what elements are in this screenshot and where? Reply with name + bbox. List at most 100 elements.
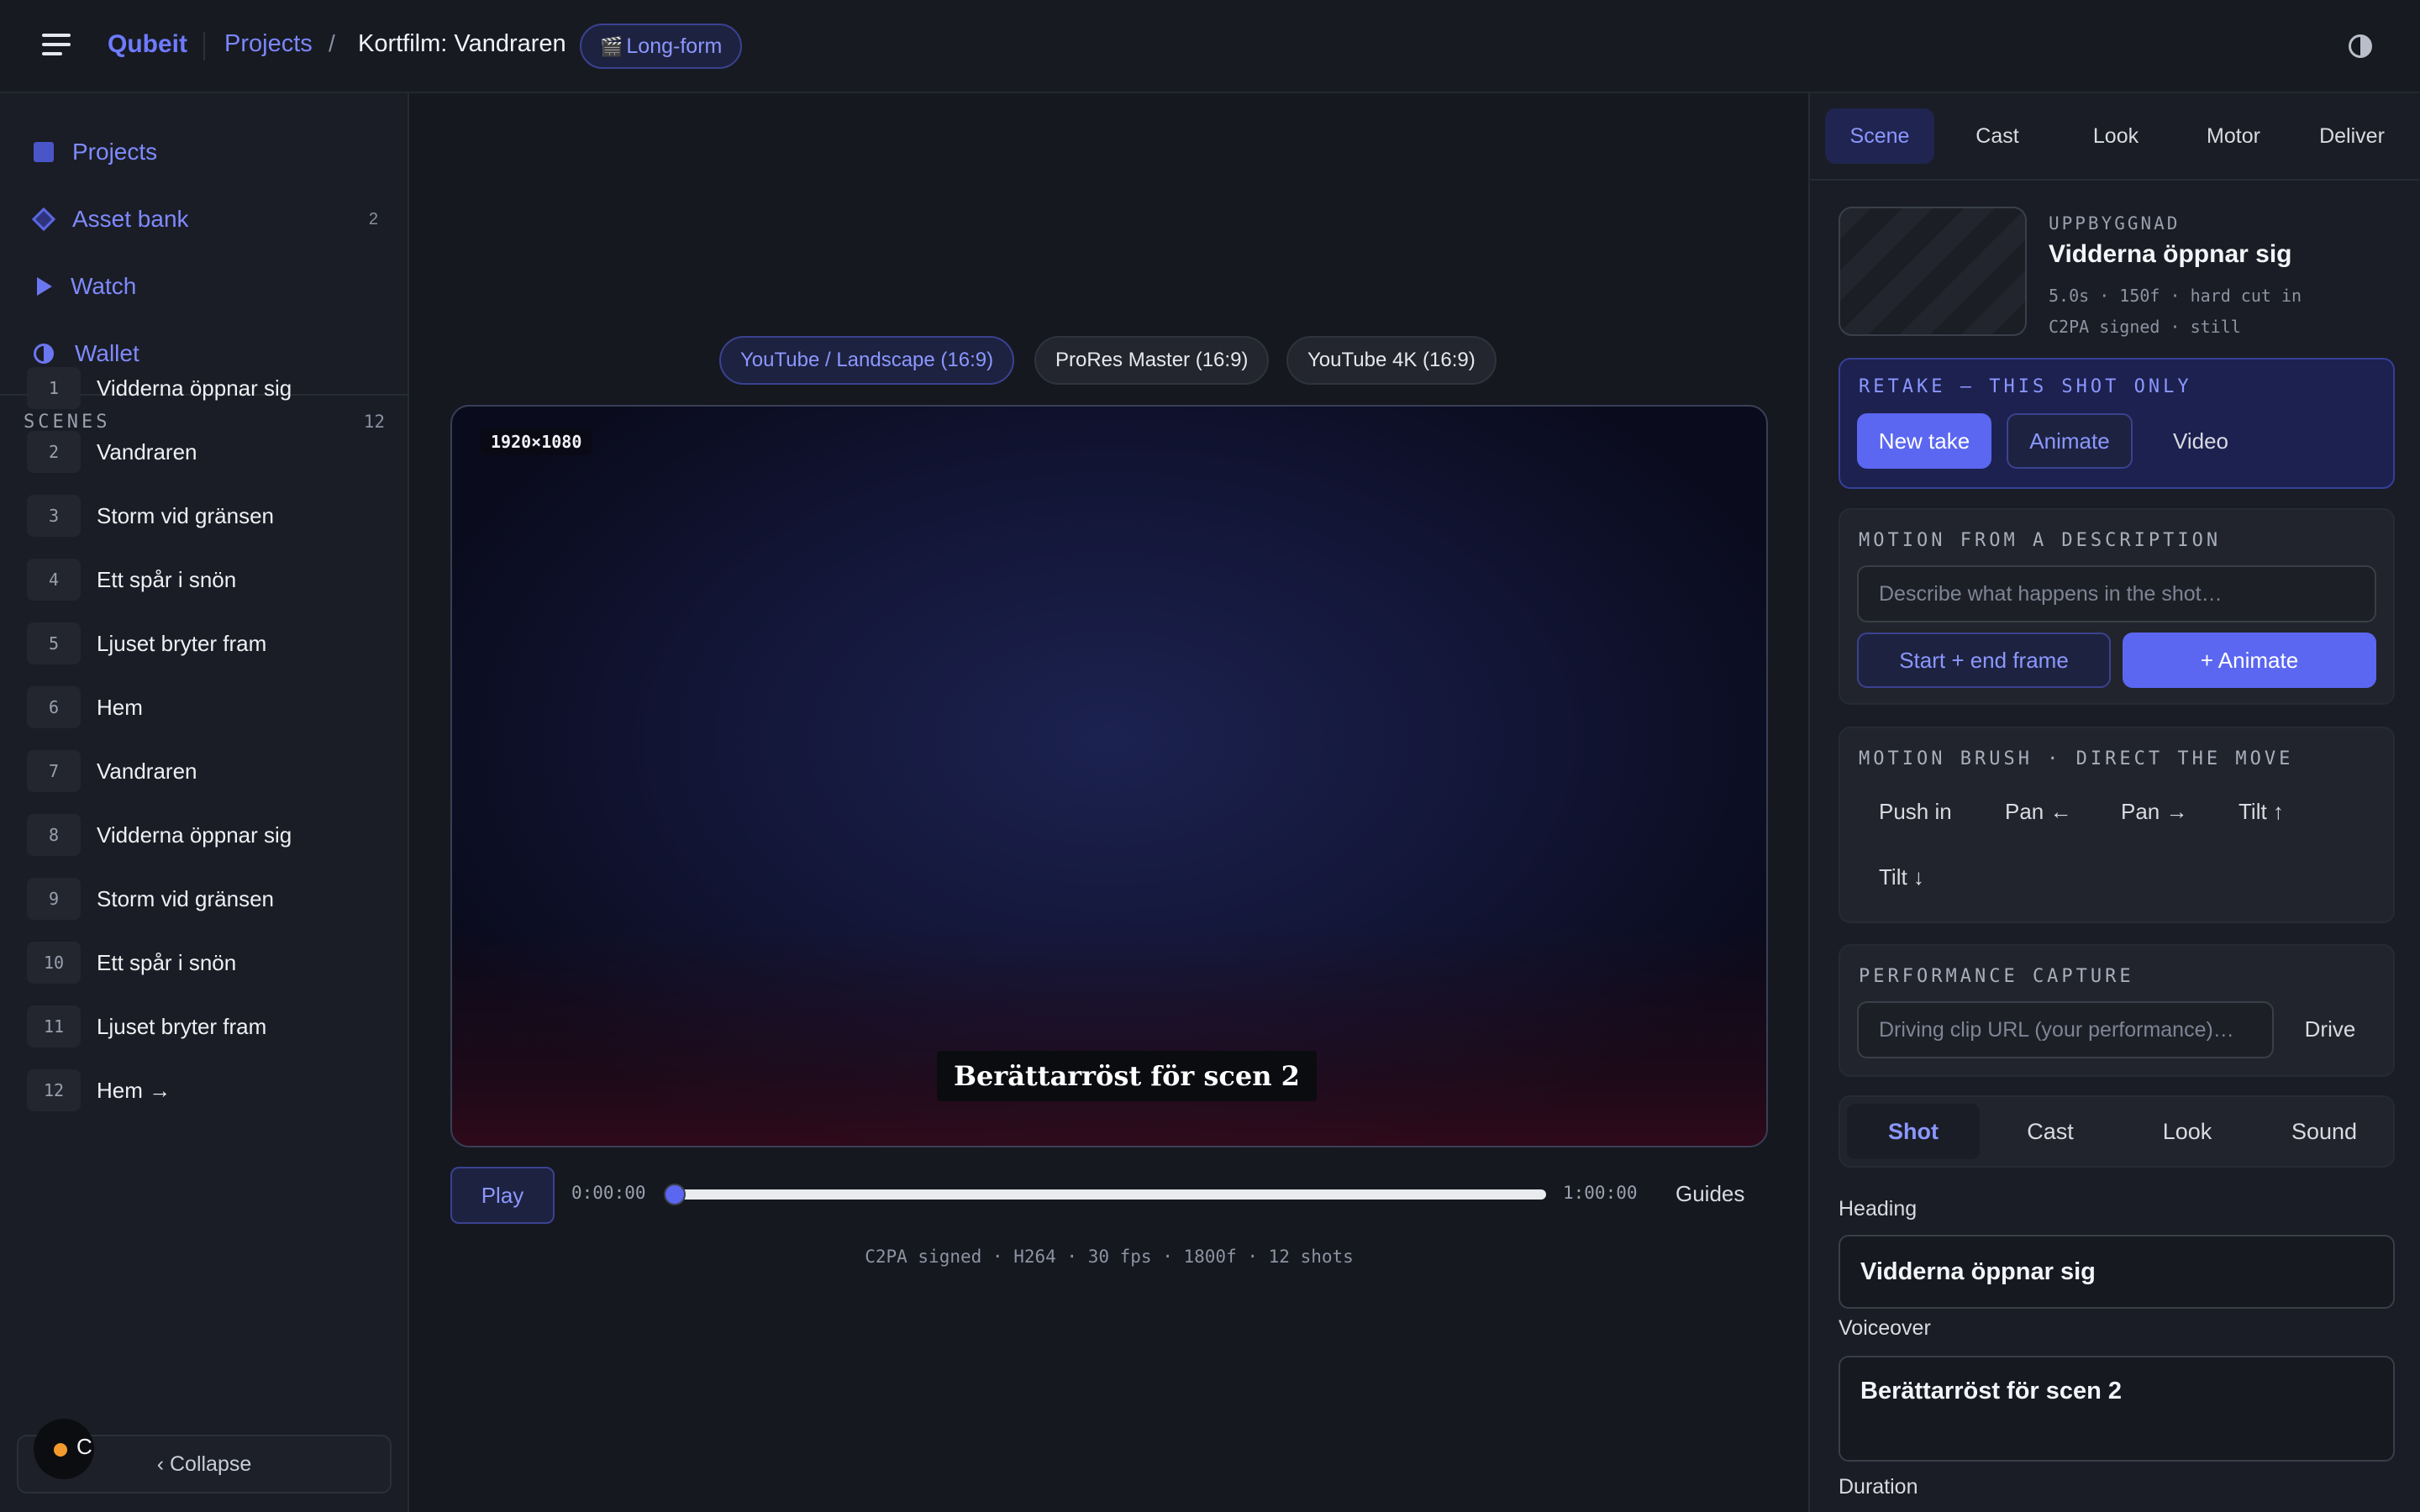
scene-number: 9	[27, 878, 81, 920]
shot-thumbnail[interactable]	[1839, 207, 2027, 336]
tab-look[interactable]: Look	[2061, 108, 2170, 164]
scrubber-track	[667, 1189, 1546, 1200]
video-retake-button[interactable]: Video	[2148, 413, 2254, 469]
scene-number: 2	[27, 431, 81, 473]
duration-label: Duration	[1839, 1475, 1918, 1499]
scene-list-item[interactable]: 10 Ett spår i snön	[27, 935, 388, 999]
scene-list-item[interactable]: 12 Hem →	[27, 1063, 388, 1126]
hamburger-menu-icon[interactable]	[42, 34, 71, 59]
inspector-tabs: Scene Cast Look Motor Deliver	[1825, 108, 2413, 164]
voiceover-label: Voiceover	[1839, 1316, 1931, 1340]
play-icon	[37, 277, 52, 296]
scene-number: 3	[27, 495, 81, 537]
voiceover-textarea[interactable]: Berättarröst för scen 2	[1839, 1356, 2395, 1462]
scene-title: Ett spår i snön	[97, 567, 237, 592]
drive-button[interactable]: Drive	[2284, 1001, 2376, 1057]
push-in-button[interactable]: Push in	[1879, 799, 1952, 825]
scene-list-item[interactable]: 7 Vandraren	[27, 743, 388, 807]
shot-act-label: UPPBYGGNAD	[2049, 213, 2181, 234]
motion-brush-label: MOTION BRUSH · DIRECT THE MOVE	[1859, 748, 2294, 769]
scene-title: Storm vid gränsen	[97, 886, 274, 911]
scene-list-item[interactable]: 9 Storm vid gränsen	[27, 871, 388, 935]
shot-subtabs: Shot Cast Look Sound	[1839, 1095, 2395, 1168]
time-total: 1:00:00	[1563, 1183, 1638, 1203]
subtab-look[interactable]: Look	[2121, 1104, 2254, 1159]
contrast-icon[interactable]	[2349, 34, 2372, 58]
tab-scene[interactable]: Scene	[1825, 108, 1934, 164]
inspector-panel: Scene Cast Look Motor Deliver UPPBYGGNAD…	[1808, 93, 2420, 1512]
heading-label: Heading	[1839, 1197, 1918, 1221]
retake-card: RETAKE — THIS SHOT ONLY New take Animate…	[1839, 358, 2395, 489]
scene-title: Vandraren	[97, 439, 197, 465]
animate-retake-button[interactable]: Animate	[2007, 413, 2133, 469]
scene-list-item[interactable]: 6 Hem	[27, 680, 388, 743]
subtab-sound[interactable]: Sound	[2258, 1104, 2391, 1159]
scene-title: Ett spår i snön	[97, 950, 237, 975]
scene-list-item[interactable]: 2 Vandraren	[27, 424, 388, 488]
scene-number: 8	[27, 814, 81, 856]
animate-button[interactable]: + Animate	[2123, 633, 2376, 688]
breadcrumb-current: Kortfilm: Vandraren	[358, 30, 566, 57]
square-icon	[34, 142, 54, 162]
scene-list-item[interactable]: 5 Ljuset bryter fram	[27, 616, 388, 680]
avatar-initial: C	[76, 1434, 92, 1459]
performance-capture-label: PERFORMANCE CAPTURE	[1859, 966, 2134, 987]
format-tab-prores-master[interactable]: ProRes Master (16:9)	[1034, 336, 1270, 385]
scene-number: 10	[27, 942, 81, 984]
driving-clip-input[interactable]: Driving clip URL (your performance)…	[1857, 1001, 2274, 1058]
tilt-down-button[interactable]: Tilt ↓	[1879, 864, 1924, 890]
scrubber-handle[interactable]	[664, 1184, 686, 1205]
scene-title: Storm vid gränsen	[97, 503, 274, 528]
new-take-button[interactable]: New take	[1857, 413, 1991, 469]
timeline-scrubber[interactable]	[664, 1184, 1546, 1205]
diamond-icon	[31, 207, 56, 232]
pan-left-button[interactable]: Pan ←	[2005, 799, 2072, 825]
brand-logo[interactable]: Qubeit	[108, 30, 187, 59]
motion-description-label: MOTION FROM A DESCRIPTION	[1859, 530, 2222, 551]
sidebar-item-label: Watch	[71, 273, 137, 299]
pan-right-button[interactable]: Pan →	[2121, 799, 2188, 825]
heading-input[interactable]: Vidderna öppnar sig	[1839, 1235, 2395, 1309]
scene-number: 5	[27, 622, 81, 664]
format-tab-youtube-landscape[interactable]: YouTube / Landscape (16:9)	[719, 336, 1015, 385]
scene-list-item[interactable]: 1 Vidderna öppnar sig	[27, 360, 388, 424]
status-dot	[54, 1443, 67, 1457]
scene-title: Ljuset bryter fram	[97, 1014, 267, 1039]
retake-label: RETAKE — THIS SHOT ONLY	[1859, 376, 2192, 397]
tilt-up-button[interactable]: Tilt ↑	[2238, 799, 2284, 825]
resolution-badge: 1920×1080	[481, 428, 592, 455]
export-meta: C2PA signed · H264 · 30 fps · 1800f · 12…	[865, 1247, 1354, 1267]
format-tab-youtube-4k[interactable]: YouTube 4K (16:9)	[1286, 336, 1497, 385]
motion-description-input[interactable]: Describe what happens in the shot…	[1857, 565, 2376, 622]
shot-meta-line: C2PA signed · still	[2049, 317, 2241, 337]
subtab-cast[interactable]: Cast	[1984, 1104, 2117, 1159]
scene-number: 7	[27, 750, 81, 792]
subtab-shot[interactable]: Shot	[1847, 1104, 1980, 1159]
sidebar-item-watch[interactable]: Watch	[34, 261, 378, 312]
motion-description-card: MOTION FROM A DESCRIPTION Describe what …	[1839, 508, 2395, 705]
sidebar-item-label: Asset bank	[72, 206, 189, 232]
scene-list-item[interactable]: 3 Storm vid gränsen	[27, 488, 388, 552]
mode-badge-label: Long-form	[626, 34, 723, 58]
tab-motor[interactable]: Motor	[2179, 108, 2288, 164]
scene-list: 1 Vidderna öppnar sig 2 Vandraren 3 Storm vid…	[27, 360, 388, 1126]
mode-badge[interactable]: 🎬 Long-form	[580, 24, 743, 69]
breadcrumb-projects[interactable]: Projects	[224, 30, 313, 58]
video-preview[interactable]	[450, 405, 1768, 1147]
sidebar-item-label: Projects	[72, 139, 158, 165]
scene-list-item[interactable]: 11 Ljuset bryter fram	[27, 999, 388, 1063]
motion-brush-card: MOTION BRUSH · DIRECT THE MOVE Push in P…	[1839, 727, 2395, 923]
start-end-frame-button[interactable]: Start + end frame	[1857, 633, 2111, 688]
play-button[interactable]: Play	[450, 1167, 555, 1224]
scene-title: Ljuset bryter fram	[97, 631, 267, 656]
sidebar-item-projects[interactable]: Projects	[34, 127, 378, 177]
tab-cast[interactable]: Cast	[1943, 108, 2052, 164]
tab-deliver[interactable]: Deliver	[2297, 108, 2407, 164]
sidebar-item-asset-bank[interactable]: Asset bank 2	[31, 194, 378, 244]
clapperboard-icon: 🎬	[600, 36, 623, 57]
guides-button[interactable]: Guides	[1676, 1181, 1744, 1207]
scene-number: 4	[27, 559, 81, 601]
scene-list-item[interactable]: 8 Vidderna öppnar sig	[27, 807, 388, 871]
scene-list-item[interactable]: 4 Ett spår i snön	[27, 552, 388, 616]
scene-title: Vidderna öppnar sig	[97, 375, 292, 401]
